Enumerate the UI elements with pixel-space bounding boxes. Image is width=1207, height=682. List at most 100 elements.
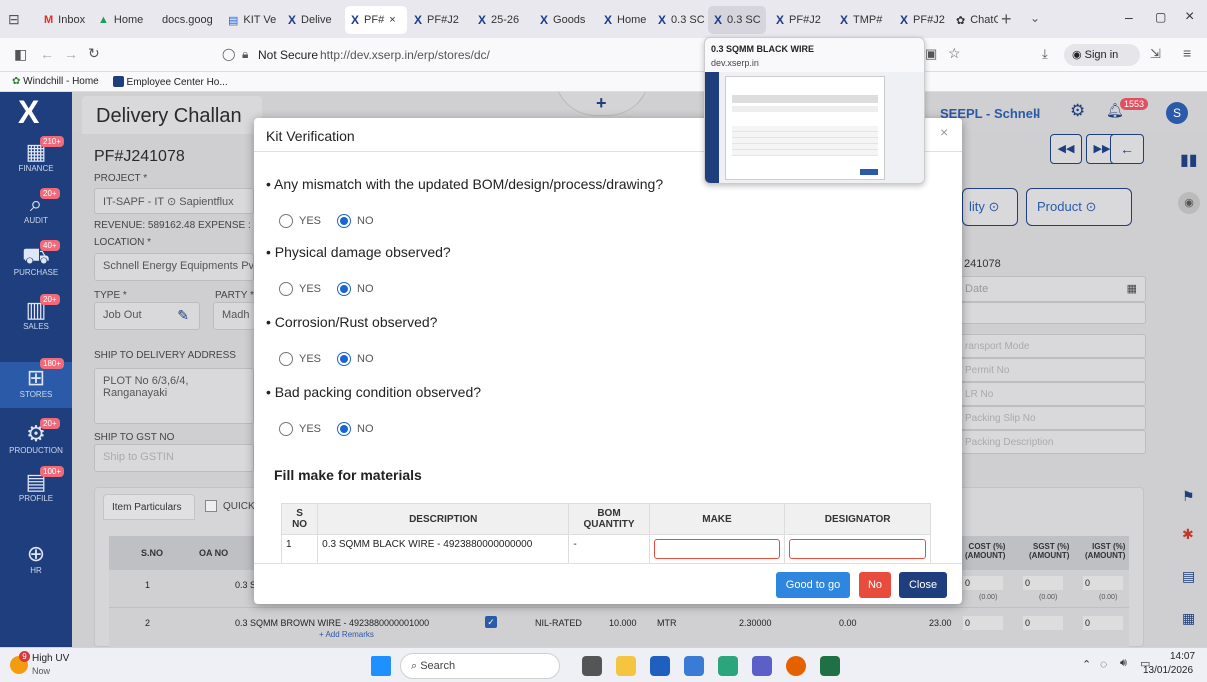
- no-button[interactable]: No: [859, 572, 891, 598]
- sidebar-item-production[interactable]: ⚙ PRODUCTION 20+: [0, 418, 72, 455]
- pencil-icon[interactable]: ✎: [177, 307, 189, 324]
- row-price[interactable]: 2.30000: [739, 618, 772, 628]
- new-tab-button[interactable]: +: [1001, 9, 1012, 30]
- tab-overview-icon[interactable]: ⊟: [8, 11, 20, 28]
- teams-icon[interactable]: [752, 656, 772, 676]
- gst-input[interactable]: Ship to GSTIN: [94, 444, 254, 472]
- radio-yes[interactable]: [279, 352, 293, 366]
- browser-tab[interactable]: X 0.3 SC: [708, 6, 766, 34]
- back-arrow-button[interactable]: ←: [1110, 134, 1144, 164]
- radio-no[interactable]: [337, 214, 352, 228]
- back-icon[interactable]: ←: [40, 46, 54, 62]
- right-field-3[interactable]: Packing Slip No: [956, 406, 1146, 430]
- bookmark-star-icon[interactable]: ☆: [948, 45, 961, 62]
- date-field[interactable]: Date ▦: [956, 276, 1146, 302]
- bug-icon[interactable]: ✱: [1182, 526, 1194, 543]
- browser-tab[interactable]: X PF#J2: [408, 6, 470, 34]
- first-record-button[interactable]: ◀◀: [1050, 134, 1082, 164]
- right-field-2[interactable]: LR No: [956, 382, 1146, 406]
- avatar[interactable]: S: [1166, 102, 1188, 124]
- clock-date[interactable]: 13/01/2026: [1143, 665, 1193, 676]
- row-cost-select[interactable]: 0: [963, 616, 1003, 630]
- browser-tab[interactable]: X PF#J2: [770, 6, 830, 34]
- browser-tab[interactable]: X Home: [598, 6, 658, 34]
- tab-list-icon[interactable]: ⌄: [1030, 11, 1040, 25]
- windows-start-icon[interactable]: [371, 656, 391, 676]
- bookmark-windchill[interactable]: ✿ Windchill - Home: [12, 76, 99, 87]
- sidebar-item-sales[interactable]: ▥ SALES 20+: [0, 294, 72, 331]
- radio-no[interactable]: [337, 282, 352, 296]
- close-button[interactable]: Close: [899, 572, 947, 598]
- location-select[interactable]: Schnell Energy Equipments Pv: [94, 253, 254, 281]
- browser-tab[interactable]: M Inbox: [38, 6, 88, 34]
- extensions-icon[interactable]: ⇲: [1150, 46, 1161, 62]
- browser-tab[interactable]: X Goods: [534, 6, 596, 34]
- sidebar-item-hr[interactable]: ⊕ HR: [0, 542, 72, 576]
- weather-title[interactable]: High UV: [32, 653, 69, 664]
- row-qty[interactable]: 10.000: [609, 618, 637, 628]
- sidebar-toggle-icon[interactable]: ◧: [14, 46, 27, 63]
- edge-icon[interactable]: [718, 656, 738, 676]
- add-button[interactable]: +: [554, 92, 650, 116]
- project-select[interactable]: IT-SAPF - IT ⊙ Sapientflux: [94, 188, 254, 214]
- file-explorer-icon[interactable]: [616, 656, 636, 676]
- firefox-icon[interactable]: [786, 656, 806, 676]
- minimize-button[interactable]: –: [1125, 9, 1133, 25]
- browser-tab[interactable]: X PF# ×: [345, 6, 407, 34]
- party-select[interactable]: Madh: [213, 302, 255, 330]
- sidebar-item-audit[interactable]: ⌕ AUDIT 20+: [0, 188, 72, 225]
- right-field-4[interactable]: Packing Description: [956, 430, 1146, 454]
- browser-tab[interactable]: docs.goog: [156, 6, 228, 34]
- radio-yes[interactable]: [279, 214, 293, 228]
- product-button[interactable]: Product ⊙: [1026, 188, 1132, 226]
- browser-tab[interactable]: X Delive: [282, 6, 342, 34]
- row-disc[interactable]: 0.00: [839, 618, 857, 628]
- network-icon[interactable]: ◌: [1100, 657, 1107, 671]
- security-label[interactable]: Not Secure: [258, 48, 318, 62]
- volume-icon[interactable]: 🔊︎: [1120, 657, 1127, 670]
- calculator-icon[interactable]: ▦: [1182, 610, 1195, 627]
- radio-no[interactable]: [337, 422, 352, 436]
- radio-yes[interactable]: [279, 282, 293, 296]
- window-close-button[interactable]: ×: [1185, 8, 1194, 26]
- row-sgst-select[interactable]: 0: [1023, 616, 1063, 630]
- sidebar-item-profile[interactable]: ▤ PROFILE 100+: [0, 466, 72, 503]
- calendar-icon[interactable]: ▦: [1127, 282, 1137, 295]
- keyboard-icon[interactable]: ▤: [1182, 568, 1195, 585]
- row-igst-select[interactable]: 0: [1083, 576, 1123, 590]
- sidebar-item-stores[interactable]: ⊞ STORES 180+: [0, 358, 72, 408]
- tab-close-icon[interactable]: ×: [389, 14, 395, 26]
- browser-tab[interactable]: X PF#J2: [894, 6, 954, 34]
- good-to-go-button[interactable]: Good to go: [776, 572, 850, 598]
- browser-tab[interactable]: ✿ ChatG: [950, 6, 998, 34]
- right-field-0[interactable]: ransport Mode: [956, 334, 1146, 358]
- task-view-icon[interactable]: [582, 656, 602, 676]
- book-icon[interactable]: ▮▮: [1180, 150, 1198, 170]
- sign-in-button[interactable]: ◉ Sign in: [1064, 44, 1140, 66]
- clock-time[interactable]: 14:07: [1170, 651, 1195, 662]
- quality-button[interactable]: lity ⊙: [962, 188, 1018, 226]
- bookmark-employee-center[interactable]: Employee Center Ho...: [112, 75, 228, 88]
- sidebar-item-finance[interactable]: ▦ FINANCE 210+: [0, 136, 72, 173]
- reload-icon[interactable]: ↻: [88, 45, 100, 62]
- menu-icon[interactable]: ≡: [1183, 45, 1191, 61]
- row-sgst-select[interactable]: 0: [1023, 576, 1063, 590]
- add-remarks-link[interactable]: + Add Remarks: [319, 630, 374, 639]
- browser-tab[interactable]: X 0.3 SC: [652, 6, 704, 34]
- forward-icon[interactable]: →: [64, 46, 78, 62]
- row-igst-select[interactable]: 0: [1083, 616, 1123, 630]
- radio-no[interactable]: [337, 352, 352, 366]
- downloads-icon[interactable]: ⤓: [1042, 46, 1048, 62]
- radio-yes[interactable]: [279, 422, 293, 436]
- reader-view-icon[interactable]: ▣: [925, 46, 937, 62]
- browser-tab[interactable]: ▤ KIT Ve: [222, 6, 280, 34]
- row-rate-type[interactable]: NIL-RATED: [535, 618, 582, 628]
- quick-checkbox[interactable]: [205, 500, 217, 512]
- browser-tab[interactable]: X 25-26: [472, 6, 534, 34]
- restore-button[interactable]: ▢: [1155, 10, 1166, 24]
- outlook-icon[interactable]: [684, 656, 704, 676]
- address-field[interactable]: http://dev.xserp.in/erp/stores/dc/: [320, 48, 490, 62]
- lock-warning-icon[interactable]: 🔒︎: [242, 47, 248, 62]
- right-field-1[interactable]: Permit No: [956, 358, 1146, 382]
- tray-chevron-icon[interactable]: ⌃: [1082, 658, 1091, 671]
